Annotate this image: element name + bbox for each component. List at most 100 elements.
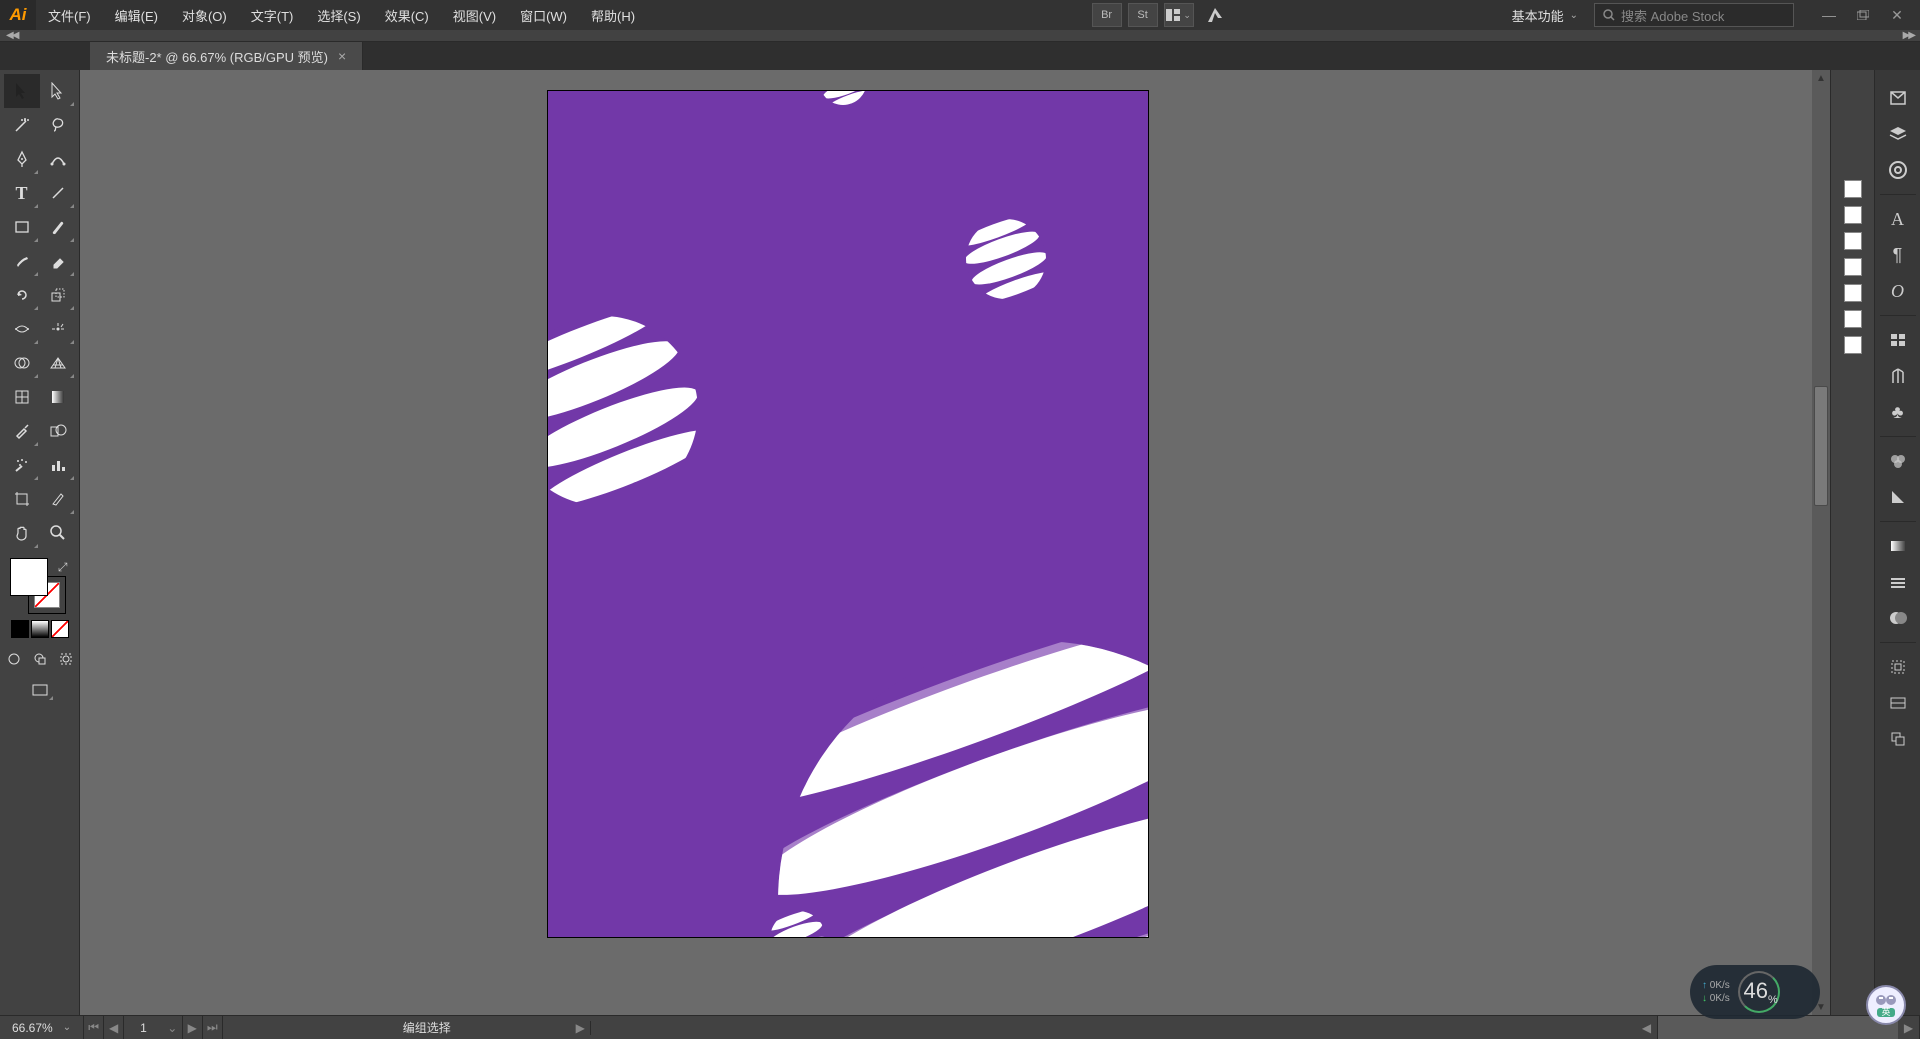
fill-color[interactable] (10, 558, 48, 596)
graphic-styles-panel-icon[interactable] (1880, 685, 1916, 721)
maximize-button[interactable] (1846, 3, 1880, 27)
pathfinder-panel-icon[interactable] (1880, 358, 1916, 394)
hscroll-right-icon[interactable]: ▶ (1898, 1016, 1920, 1039)
gradient-tool[interactable] (40, 380, 76, 414)
first-artboard-button[interactable]: ⏮ (84, 1016, 104, 1039)
canvas-area[interactable]: ▲ ▼ (80, 70, 1830, 1015)
menu-select[interactable]: 选择(S) (305, 0, 372, 31)
vertical-scrollbar[interactable]: ▲ ▼ (1812, 70, 1830, 1015)
mesh-tool[interactable] (4, 380, 40, 414)
zoom-tool[interactable] (40, 516, 76, 550)
type-tool[interactable]: T (4, 176, 40, 210)
stock-icon[interactable]: St (1128, 3, 1158, 27)
column-graph-tool[interactable] (40, 448, 76, 482)
next-artboard-button[interactable]: ▶ (183, 1016, 203, 1039)
eyedropper-tool[interactable] (4, 414, 40, 448)
artboard-dropdown-button[interactable]: ⌄ (163, 1016, 183, 1039)
draw-inside[interactable] (55, 648, 77, 670)
ime-indicator[interactable]: 英 (1866, 985, 1906, 1025)
libraries-panel-icon[interactable] (1880, 80, 1916, 116)
tab-close-icon[interactable]: × (338, 48, 346, 64)
document-tab[interactable]: 未标题-2* @ 66.67% (RGB/GPU 预览) × (90, 42, 363, 70)
artboard[interactable] (547, 90, 1149, 938)
scroll-up-icon[interactable]: ▲ (1812, 70, 1830, 86)
draw-behind[interactable] (29, 648, 51, 670)
curvature-tool[interactable] (40, 142, 76, 176)
search-stock-input[interactable]: 搜索 Adobe Stock (1594, 3, 1794, 27)
last-artboard-button[interactable]: ⏭ (203, 1016, 223, 1039)
color-none[interactable] (51, 620, 69, 638)
hscroll-left-icon[interactable]: ◀ (1636, 1016, 1658, 1039)
blend-tool[interactable] (40, 414, 76, 448)
shaper-tool[interactable] (4, 244, 40, 278)
scale-tool[interactable] (40, 278, 76, 312)
minimize-button[interactable]: — (1812, 3, 1846, 27)
fill-stroke-control[interactable]: ⤢ (6, 558, 74, 614)
swatches-panel-icon[interactable] (1880, 479, 1916, 515)
swatch-7[interactable] (1844, 336, 1862, 354)
gradient-panel-icon[interactable] (1880, 528, 1916, 564)
paintbrush-tool[interactable] (40, 210, 76, 244)
slice-tool[interactable] (40, 482, 76, 516)
selection-tool[interactable] (4, 74, 40, 108)
bridge-icon[interactable]: Br (1092, 3, 1122, 27)
swap-fill-stroke-icon[interactable]: ⤢ (58, 560, 68, 575)
prev-artboard-button[interactable]: ◀ (104, 1016, 124, 1039)
magic-wand-tool[interactable] (4, 108, 40, 142)
artboard-tool[interactable] (4, 482, 40, 516)
arrange-docs-icon[interactable]: ⌄ (1164, 3, 1194, 27)
menu-type[interactable]: 文字(T) (239, 0, 306, 31)
width-tool[interactable] (4, 312, 40, 346)
pen-tool[interactable] (4, 142, 40, 176)
lasso-tool[interactable] (40, 108, 76, 142)
appearance-panel-icon[interactable] (1880, 649, 1916, 685)
menu-file[interactable]: 文件(F) (36, 0, 103, 31)
transparency-panel-icon[interactable] (1880, 600, 1916, 636)
cc-libraries-icon[interactable] (1880, 152, 1916, 188)
menu-edit[interactable]: 编辑(E) (103, 0, 170, 31)
color-gradient[interactable] (31, 620, 49, 638)
rotate-tool[interactable] (4, 278, 40, 312)
swatch-1[interactable] (1844, 180, 1862, 198)
line-tool[interactable] (40, 176, 76, 210)
stroke-panel-icon[interactable] (1880, 564, 1916, 600)
collapse-left-icon[interactable]: ◀◀ (6, 30, 17, 41)
zoom-level[interactable]: 66.67% ⌄ (0, 1016, 84, 1039)
layers-panel-icon[interactable] (1880, 116, 1916, 152)
menu-window[interactable]: 窗口(W) (508, 0, 579, 31)
screen-mode[interactable] (25, 678, 55, 702)
swatch-2[interactable] (1844, 206, 1862, 224)
align-panel-icon[interactable] (1880, 322, 1916, 358)
glyphs-panel-icon[interactable]: O (1880, 273, 1916, 309)
collapse-right-icon[interactable]: ▶▶ (1903, 30, 1914, 41)
menu-effect[interactable]: 效果(C) (373, 0, 441, 31)
direct-selection-tool[interactable] (40, 74, 76, 108)
paragraph-panel-icon[interactable]: ¶ (1880, 237, 1916, 273)
swatch-6[interactable] (1844, 310, 1862, 328)
menu-view[interactable]: 视图(V) (441, 0, 508, 31)
gpu-icon[interactable] (1200, 3, 1230, 27)
rectangle-tool[interactable] (4, 210, 40, 244)
swatch-3[interactable] (1844, 232, 1862, 250)
hand-tool[interactable] (4, 516, 40, 550)
free-transform-tool[interactable] (40, 312, 76, 346)
scroll-thumb[interactable] (1814, 386, 1828, 506)
character-panel-icon[interactable]: A (1880, 201, 1916, 237)
color-solid[interactable] (11, 620, 29, 638)
swatch-4[interactable] (1844, 258, 1862, 276)
artboards-panel-icon[interactable] (1880, 721, 1916, 757)
network-widget[interactable]: ↑ 0K/s ↓ 0K/s 46% (1690, 965, 1820, 1019)
menu-help[interactable]: 帮助(H) (579, 0, 647, 31)
symbol-sprayer-tool[interactable] (4, 448, 40, 482)
swatch-5[interactable] (1844, 284, 1862, 302)
eraser-tool[interactable] (40, 244, 76, 278)
horizontal-scrollbar[interactable] (1658, 1016, 1898, 1039)
close-button[interactable]: ✕ (1880, 3, 1914, 27)
menu-object[interactable]: 对象(O) (170, 0, 239, 31)
status-play-icon[interactable]: ▶ (571, 1021, 591, 1035)
workspace-dropdown[interactable]: 基本功能 ⌄ (1502, 2, 1588, 29)
shape-builder-tool[interactable] (4, 346, 40, 380)
artboard-number[interactable]: 1 (124, 1021, 163, 1035)
symbols-panel-icon[interactable]: ♣ (1880, 394, 1916, 430)
draw-normal[interactable] (3, 648, 25, 670)
